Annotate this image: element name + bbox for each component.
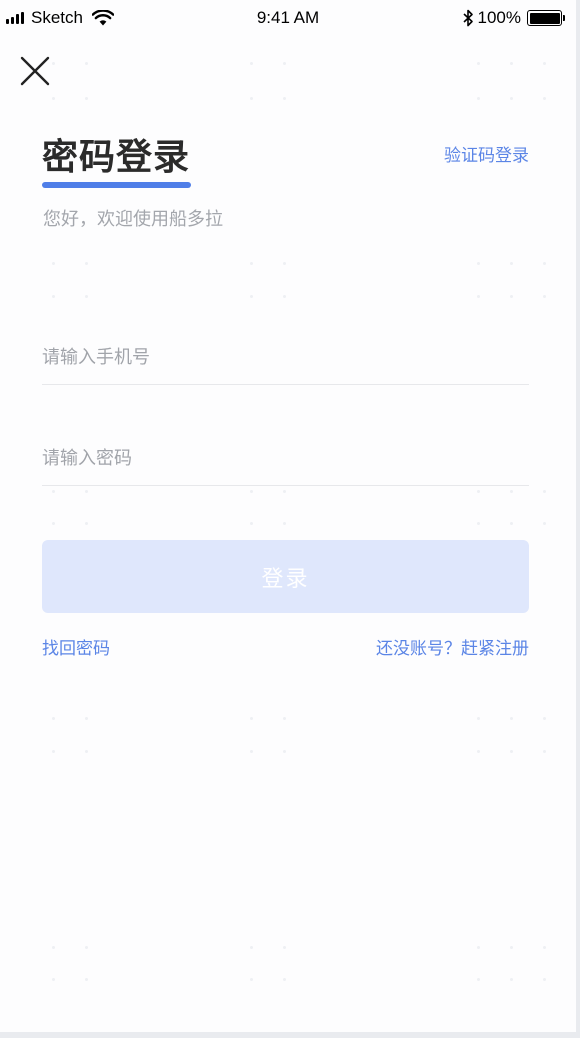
- status-bar: Sketch 9:41 AM 100%: [0, 0, 576, 36]
- password-input[interactable]: [42, 438, 529, 478]
- background-dot: [510, 490, 513, 493]
- background-dot: [85, 978, 88, 981]
- sms-login-link[interactable]: 验证码登录: [444, 141, 529, 166]
- background-dot: [85, 262, 88, 265]
- background-dot: [283, 717, 286, 720]
- background-dot: [85, 490, 88, 493]
- background-dot: [250, 295, 253, 298]
- background-dot: [85, 522, 88, 525]
- background-dot: [543, 717, 546, 720]
- close-button[interactable]: [18, 54, 52, 88]
- background-dot: [250, 97, 253, 100]
- background-dot: [477, 522, 480, 525]
- background-dot: [283, 62, 286, 65]
- background-dot: [477, 262, 480, 265]
- background-dot: [52, 717, 55, 720]
- background-dot: [510, 978, 513, 981]
- background-dot: [477, 750, 480, 753]
- background-dot: [283, 262, 286, 265]
- background-dot: [52, 978, 55, 981]
- background-dot: [477, 295, 480, 298]
- background-dot: [250, 62, 253, 65]
- title-block: 密码登录: [42, 134, 191, 188]
- background-dot: [85, 946, 88, 949]
- background-dot: [283, 295, 286, 298]
- background-dot: [510, 717, 513, 720]
- background-dot: [52, 522, 55, 525]
- background-dot: [85, 97, 88, 100]
- background-dot: [477, 97, 480, 100]
- background-dot: [543, 946, 546, 949]
- background-dot: [250, 262, 253, 265]
- battery-percent: 100%: [477, 8, 521, 27]
- page-title: 密码登录: [42, 137, 191, 178]
- background-dot: [85, 295, 88, 298]
- background-dot: [85, 750, 88, 753]
- background-dot: [52, 490, 55, 493]
- background-dot: [510, 295, 513, 298]
- background-dot: [250, 522, 253, 525]
- background-dot: [477, 490, 480, 493]
- background-dot: [510, 522, 513, 525]
- login-button[interactable]: 登录: [42, 540, 529, 613]
- background-dot: [250, 717, 253, 720]
- background-dot: [250, 490, 253, 493]
- background-dot: [477, 946, 480, 949]
- background-dot: [510, 750, 513, 753]
- background-dot: [543, 97, 546, 100]
- login-screen: Sketch 9:41 AM 100% 密码登录 验证码登录 您好，欢迎使用船多…: [0, 0, 576, 1032]
- background-dot: [283, 750, 286, 753]
- bluetooth-icon: [462, 9, 473, 27]
- background-dot: [543, 62, 546, 65]
- background-dot: [52, 946, 55, 949]
- title-underline: [42, 182, 191, 188]
- background-dot: [283, 946, 286, 949]
- background-dot: [85, 717, 88, 720]
- background-dot: [250, 946, 253, 949]
- background-dot: [52, 97, 55, 100]
- background-dot: [283, 97, 286, 100]
- password-field: [42, 438, 529, 486]
- background-dot: [510, 62, 513, 65]
- background-dot: [510, 946, 513, 949]
- background-dot: [250, 750, 253, 753]
- background-dot: [283, 522, 286, 525]
- welcome-text: 您好，欢迎使用船多拉: [43, 209, 223, 230]
- background-dot: [477, 62, 480, 65]
- background-dot: [477, 978, 480, 981]
- register-link[interactable]: 还没账号？赶紧注册: [376, 634, 529, 659]
- phone-field: [42, 337, 529, 385]
- background-dot: [543, 978, 546, 981]
- background-dot: [85, 62, 88, 65]
- background-dot: [52, 750, 55, 753]
- background-dot: [250, 978, 253, 981]
- status-right: 100%: [462, 8, 565, 28]
- background-dot: [510, 262, 513, 265]
- phone-input[interactable]: [42, 337, 529, 377]
- background-dot: [52, 62, 55, 65]
- background-dot: [52, 295, 55, 298]
- background-dot: [543, 750, 546, 753]
- background-dot: [543, 262, 546, 265]
- background-dot: [283, 978, 286, 981]
- background-dot: [510, 97, 513, 100]
- forgot-password-link[interactable]: 找回密码: [42, 634, 110, 659]
- battery-icon: [527, 10, 565, 26]
- background-dot: [283, 490, 286, 493]
- background-dot: [543, 490, 546, 493]
- background-dot: [477, 717, 480, 720]
- background-dot: [543, 522, 546, 525]
- background-dot: [52, 262, 55, 265]
- close-icon: [20, 56, 50, 86]
- background-dot: [543, 295, 546, 298]
